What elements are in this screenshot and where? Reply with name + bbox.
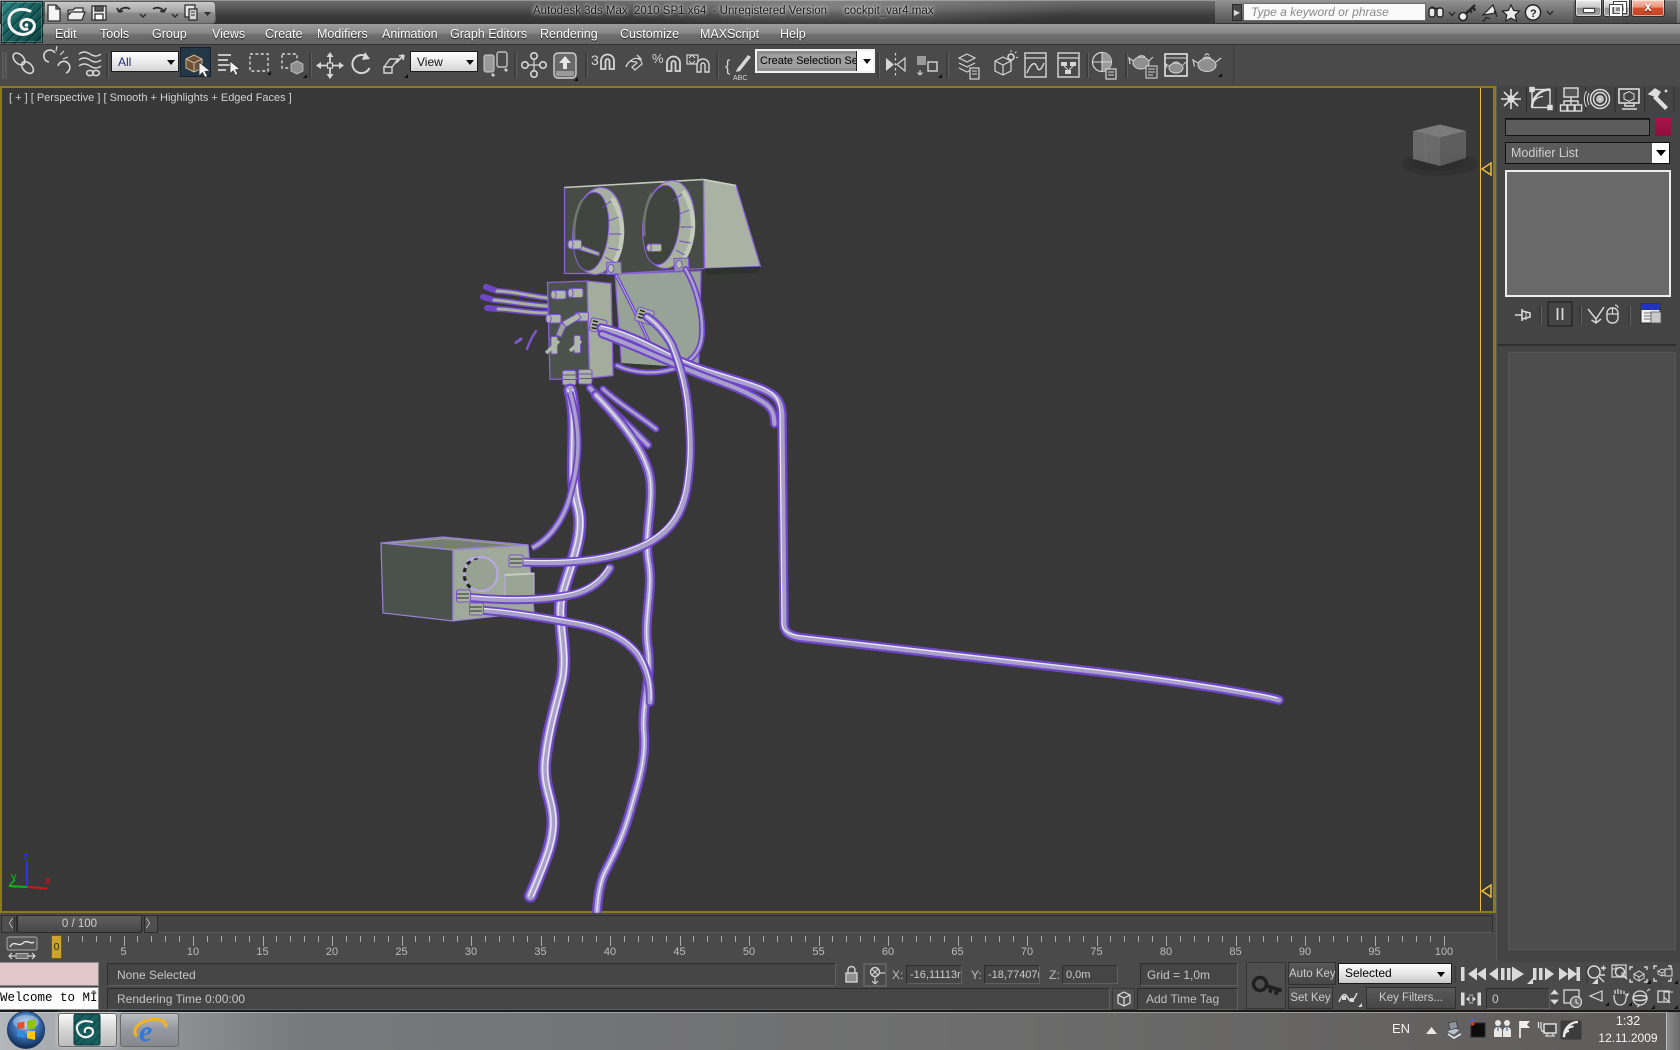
- svg-text:x: x: [45, 875, 51, 887]
- svg-text:FRONT: FRONT: [1418, 147, 1439, 153]
- svg-text:RIGHT: RIGHT: [1446, 145, 1465, 151]
- svg-text:y: y: [11, 871, 17, 883]
- svg-text:?: ?: [1530, 8, 1537, 20]
- svg-text:ABC: ABC: [733, 75, 747, 82]
- svg-text:3: 3: [591, 52, 599, 68]
- svg-text:%: %: [652, 51, 664, 66]
- svg-text:z: z: [23, 851, 29, 863]
- svg-text:{: {: [725, 58, 731, 75]
